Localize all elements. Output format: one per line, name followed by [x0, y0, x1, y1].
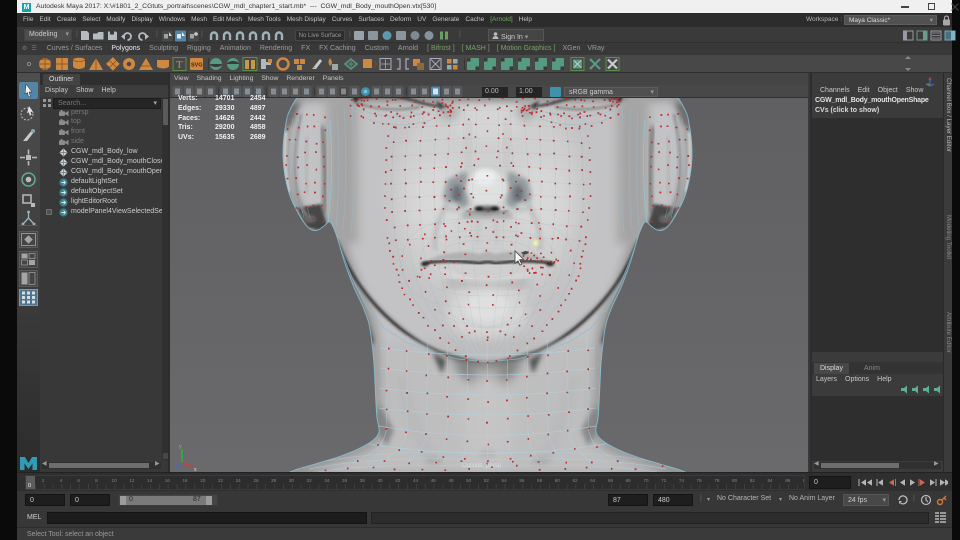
svg-text:18: 18	[182, 478, 188, 483]
svg-text:48: 48	[448, 478, 454, 483]
svg-text:62: 62	[572, 478, 578, 483]
svg-text:6: 6	[77, 478, 80, 483]
svg-text:0: 0	[28, 483, 31, 489]
svg-text:86: 86	[785, 478, 791, 483]
svg-text:80: 80	[732, 478, 738, 483]
svg-text:24: 24	[236, 478, 242, 483]
svg-text:16: 16	[165, 478, 171, 483]
svg-text:54: 54	[502, 478, 508, 483]
svg-text:72: 72	[661, 478, 667, 483]
svg-text:42: 42	[395, 478, 401, 483]
svg-text:20: 20	[200, 478, 206, 483]
svg-text:64: 64	[590, 478, 596, 483]
svg-text:68: 68	[626, 478, 632, 483]
svg-text:82: 82	[750, 478, 756, 483]
svg-text:52: 52	[484, 478, 490, 483]
svg-text:22: 22	[218, 478, 224, 483]
svg-text:76: 76	[697, 478, 703, 483]
svg-text:84: 84	[767, 478, 773, 483]
svg-text:2: 2	[42, 478, 45, 483]
svg-text:26: 26	[253, 478, 259, 483]
svg-text:32: 32	[307, 478, 313, 483]
svg-text:34: 34	[324, 478, 330, 483]
svg-text:14: 14	[147, 478, 153, 483]
svg-text:60: 60	[555, 478, 561, 483]
svg-text:46: 46	[431, 478, 437, 483]
svg-text:78: 78	[714, 478, 720, 483]
svg-text:4: 4	[60, 478, 63, 483]
svg-text:50: 50	[466, 478, 472, 483]
svg-text:12: 12	[129, 478, 135, 483]
svg-text:56: 56	[519, 478, 525, 483]
svg-text:44: 44	[413, 478, 419, 483]
svg-text:66: 66	[608, 478, 614, 483]
svg-text:38: 38	[360, 478, 366, 483]
svg-text:36: 36	[342, 478, 348, 483]
svg-text:70: 70	[643, 478, 649, 483]
svg-text:40: 40	[377, 478, 383, 483]
svg-text:T: T	[176, 59, 183, 71]
svg-text:28: 28	[271, 478, 277, 483]
svg-text:SVG: SVG	[191, 63, 203, 69]
svg-text:10: 10	[112, 478, 118, 483]
svg-text:74: 74	[679, 478, 685, 483]
svg-text:8: 8	[95, 478, 98, 483]
svg-text:88: 88	[803, 478, 805, 483]
svg-text:30: 30	[289, 478, 295, 483]
svg-text:58: 58	[537, 478, 543, 483]
svg-text:Outside persp: Outside persp	[462, 463, 502, 469]
